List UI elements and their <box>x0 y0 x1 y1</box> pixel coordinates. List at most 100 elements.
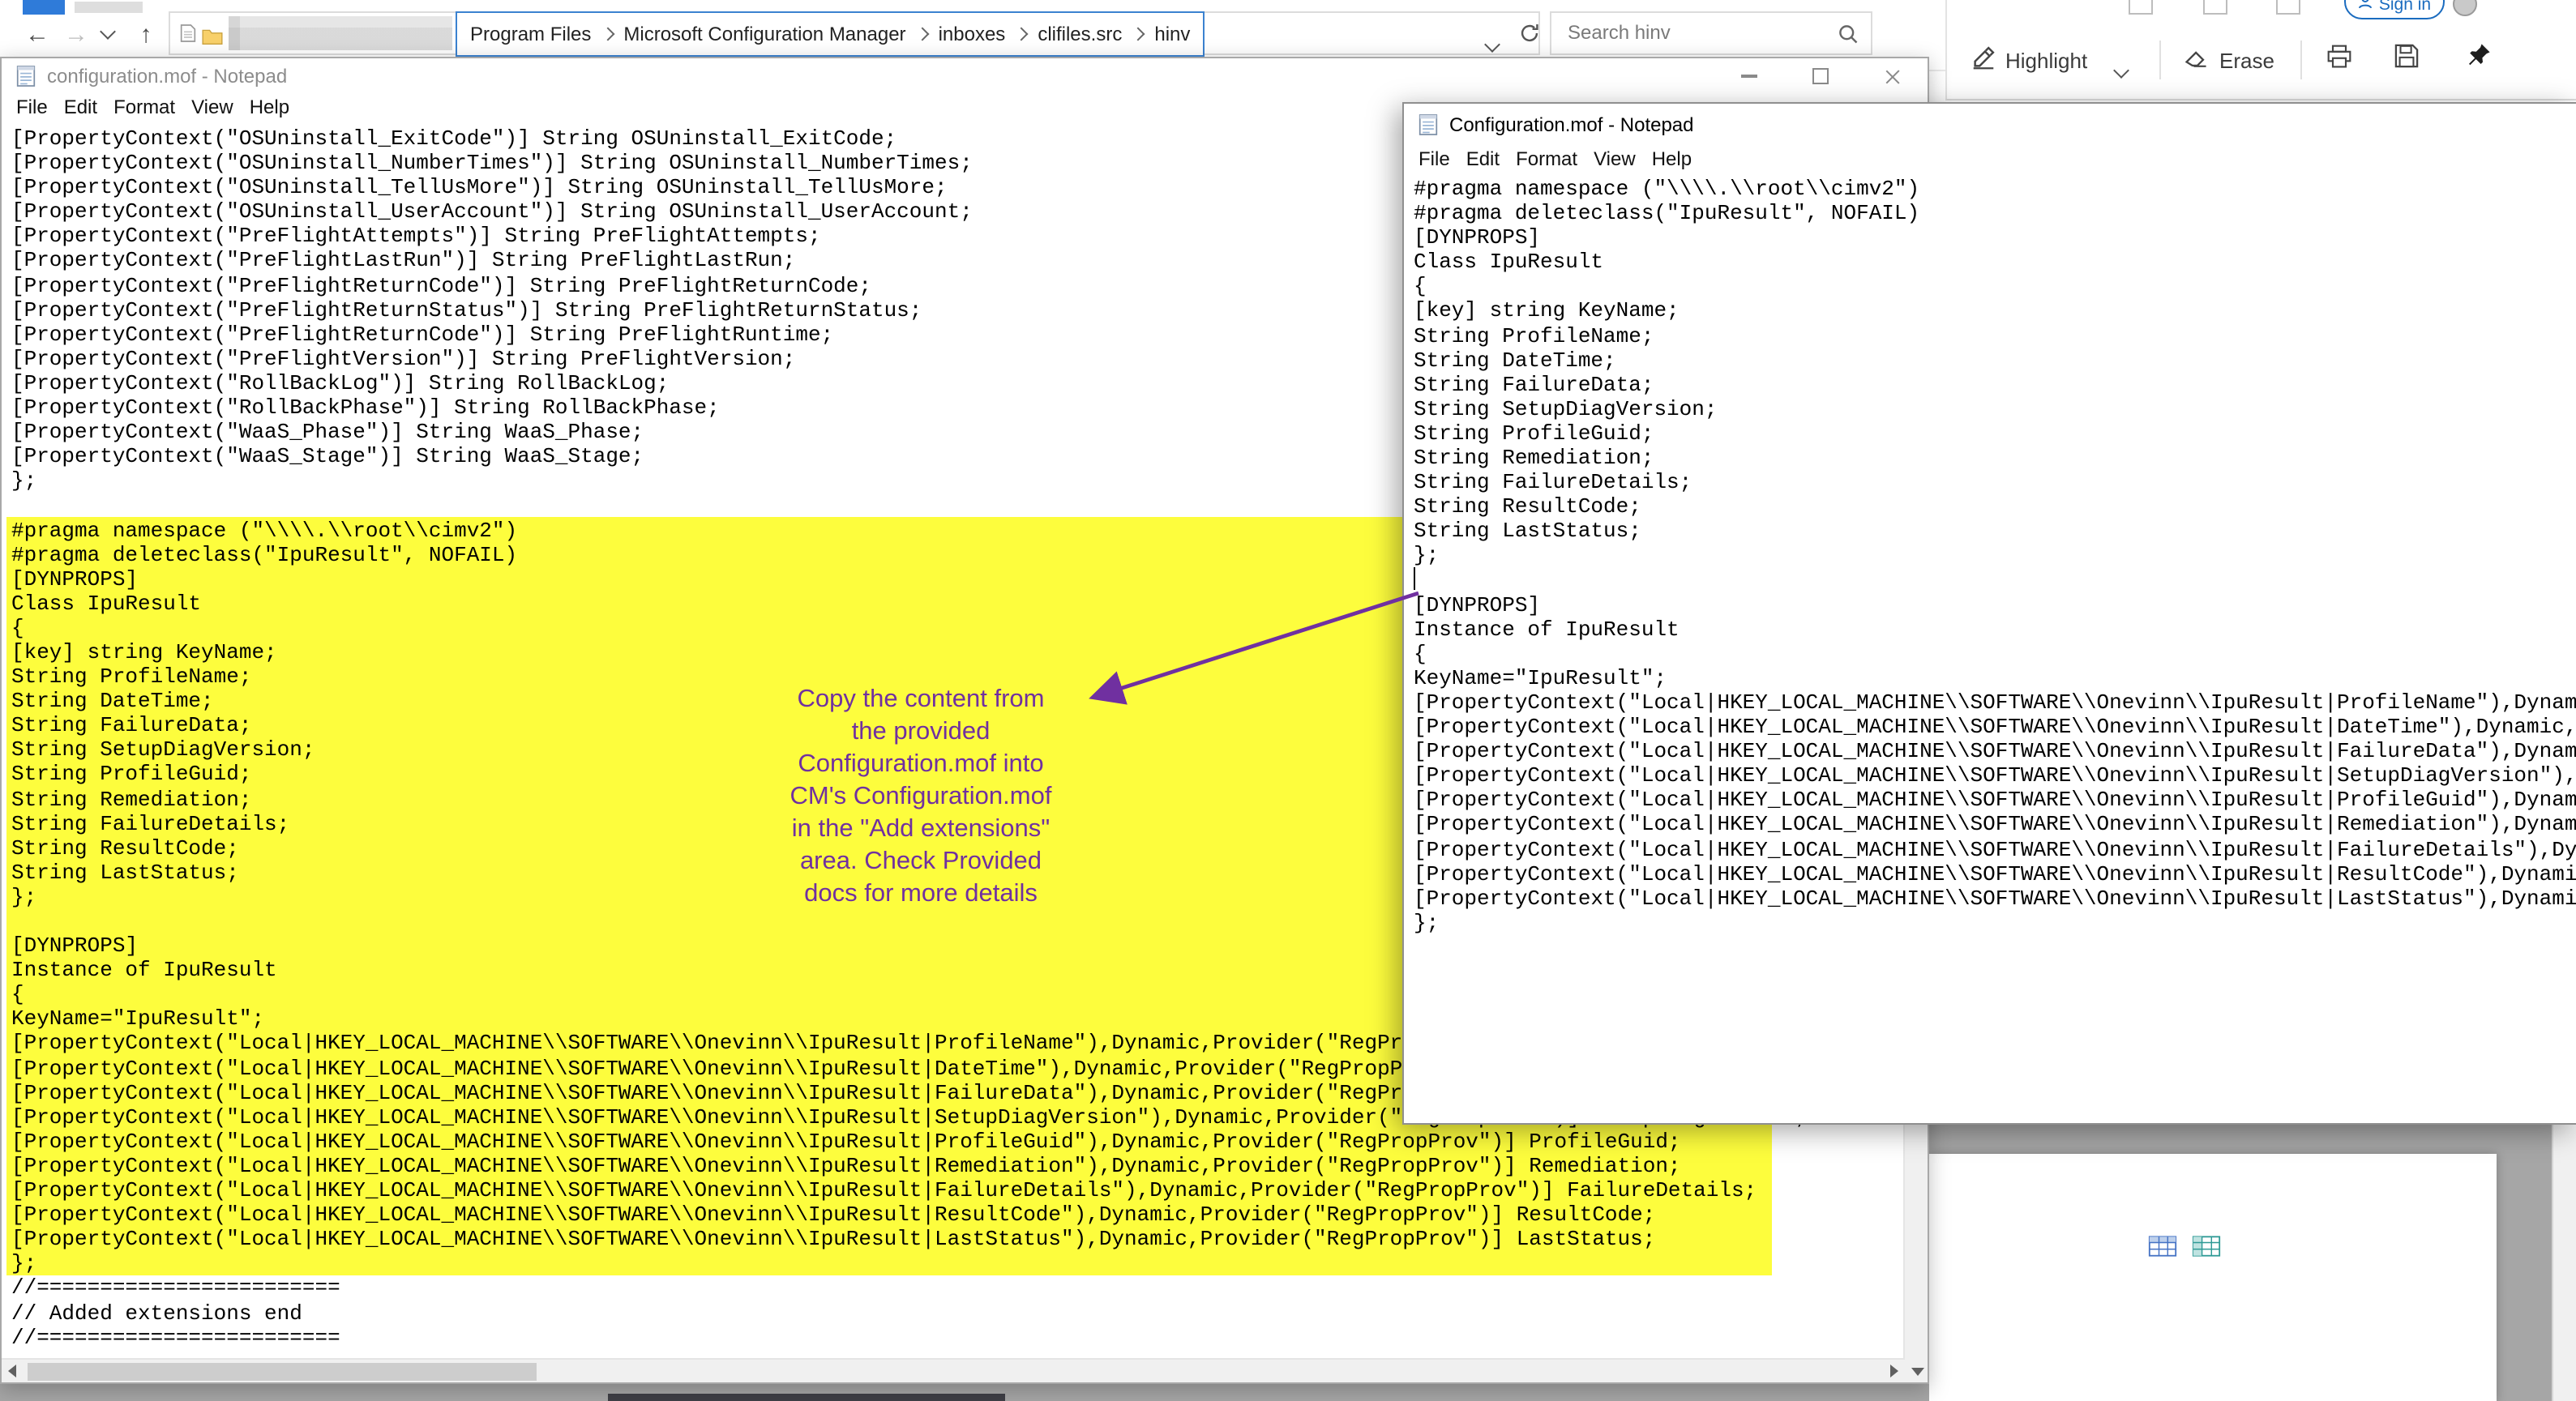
code-line: [PropertyContext("Local|HKEY_LOCAL_MACHI… <box>11 1154 1903 1178</box>
menu-item[interactable]: Format <box>1508 146 1585 172</box>
right-notepad-window: Configuration.mof - Notepad FileEditForm… <box>1402 102 2576 1125</box>
browser-partial-icon-2[interactable] <box>2203 0 2227 15</box>
menu-item[interactable]: View <box>1585 146 1644 172</box>
code-line: Instance of IpuResult <box>1414 617 2576 641</box>
taskbar-sliver <box>608 1394 1005 1401</box>
print-button[interactable] <box>2326 44 2352 78</box>
browser-apps-icon[interactable] <box>2276 0 2300 15</box>
pdf-viewer-background <box>1929 1125 2576 1401</box>
right-notepad-menubar: FileEditFormatViewHelp <box>1404 146 2576 173</box>
minimize-button[interactable] <box>1714 58 1785 94</box>
breadcrumb-separator-icon <box>1015 28 1029 41</box>
search-box[interactable] <box>1550 11 1872 55</box>
scroll-right-icon[interactable] <box>1890 1365 1898 1378</box>
sign-in-label: Sign in <box>2379 0 2431 15</box>
code-line: [PropertyContext("Local|HKEY_LOCAL_MACHI… <box>1414 861 2576 886</box>
breadcrumb-segment-program-files[interactable]: Program Files <box>470 23 591 45</box>
left-notepad-titlebar[interactable]: configuration.mof - Notepad <box>2 58 1928 94</box>
pin-icon <box>2466 42 2492 68</box>
profile-avatar[interactable] <box>2453 0 2477 16</box>
code-line: String LastStatus; <box>1414 519 2576 544</box>
highlight-button[interactable] <box>1970 44 1997 79</box>
code-line: [PropertyContext("Local|HKEY_LOCAL_MACHI… <box>1414 715 2576 739</box>
left-notepad-horizontal-scrollbar[interactable] <box>2 1357 1905 1382</box>
code-line: }; <box>1414 911 2576 935</box>
menu-item[interactable]: File <box>1410 146 1458 172</box>
notepad-icon <box>16 65 36 88</box>
refresh-button[interactable] <box>1519 23 1540 52</box>
sign-in-button[interactable]: Sign in <box>2344 0 2445 19</box>
annotation-line: Copy the content from <box>749 684 1093 716</box>
chevron-down-icon <box>1484 36 1500 53</box>
minimize-icon <box>1741 75 1757 77</box>
search-input[interactable] <box>1564 19 1830 45</box>
code-line: KeyName="IpuResult"; <box>1414 666 2576 690</box>
save-button[interactable] <box>2394 44 2419 76</box>
menu-item[interactable]: Format <box>105 94 183 122</box>
refresh-icon <box>1519 23 1540 44</box>
menu-item[interactable]: Edit <box>56 94 105 122</box>
code-line <box>1414 568 2576 592</box>
code-line: { <box>1414 275 2576 299</box>
printer-icon <box>2326 44 2352 70</box>
right-notepad-title: Configuration.mof - Notepad <box>1449 113 1694 136</box>
code-line: { <box>1414 642 2576 666</box>
breadcrumb-segment-inboxes[interactable]: inboxes <box>939 23 1006 45</box>
maximize-button[interactable] <box>1785 58 1856 94</box>
pdf-scrollbar[interactable] <box>2552 1125 2576 1401</box>
annotation-arrow <box>1059 566 1448 728</box>
code-line: String SetupDiagVersion; <box>1414 397 2576 421</box>
instruction-annotation: Copy the content fromthe providedConfigu… <box>749 684 1093 911</box>
code-line: [DYNPROPS] <box>1414 225 2576 250</box>
highlight-label[interactable]: Highlight <box>2005 49 2087 73</box>
horizontal-scroll-thumb[interactable] <box>28 1362 537 1380</box>
breadcrumb-segment-clifiles-src[interactable]: clifiles.src <box>1038 23 1122 45</box>
menu-item[interactable]: File <box>8 94 56 122</box>
address-dropdown-button[interactable] <box>1487 29 1498 58</box>
breadcrumb[interactable]: Program Files Microsoft Configuration Ma… <box>456 11 1205 57</box>
code-line: [DYNPROPS] <box>1414 592 2576 617</box>
menu-item[interactable]: Edit <box>1458 146 1508 172</box>
code-line: [PropertyContext("Local|HKEY_LOCAL_MACHI… <box>11 1130 1903 1154</box>
right-notepad-text-area[interactable]: #pragma namespace ("\\\\.\\root\\cimv2")… <box>1404 172 2576 1123</box>
right-notepad-titlebar[interactable]: Configuration.mof - Notepad <box>1404 104 2576 146</box>
code-line: [PropertyContext("Local|HKEY_LOCAL_MACHI… <box>1414 764 2576 788</box>
erase-button[interactable] <box>2184 47 2210 78</box>
close-icon <box>1884 68 1900 84</box>
code-line: String ProfileGuid; <box>1414 421 2576 446</box>
breadcrumb-segment-hinv[interactable]: hinv <box>1154 23 1190 45</box>
breadcrumb-separator-icon <box>601 28 614 41</box>
chevron-down-icon <box>99 23 115 40</box>
up-icon: ↑ <box>140 20 152 48</box>
erase-label[interactable]: Erase <box>2219 49 2274 73</box>
highlight-dropdown-button[interactable] <box>2116 55 2127 84</box>
menu-item[interactable]: Help <box>1644 146 1700 172</box>
scroll-left-icon[interactable] <box>8 1365 16 1378</box>
breadcrumb-segment-configuration-manager[interactable]: Microsoft Configuration Manager <box>623 23 905 45</box>
table-icon-blue <box>2148 1235 2177 1266</box>
code-line: [PropertyContext("Local|HKEY_LOCAL_MACHI… <box>1414 690 2576 715</box>
screen: ← → ↑ Program Files Microsoft Configurat… <box>0 0 2576 1401</box>
code-line: Class IpuResult <box>1414 250 2576 275</box>
table-icon-teal <box>2192 1235 2221 1266</box>
address-bar[interactable]: Program Files Microsoft Configuration Ma… <box>169 11 1540 55</box>
browser-partial-icon-1[interactable] <box>2129 0 2153 15</box>
eraser-icon <box>2184 47 2210 70</box>
code-line: #pragma namespace ("\\\\.\\root\\cimv2") <box>1414 177 2576 201</box>
document-icon <box>180 23 196 52</box>
code-line: [PropertyContext("Local|HKEY_LOCAL_MACHI… <box>1414 886 2576 910</box>
code-line: [PropertyContext("Local|HKEY_LOCAL_MACHI… <box>1414 837 2576 861</box>
edge-pdf-toolbar: Sign in Highlight Erase <box>1945 0 2576 100</box>
code-line: [PropertyContext("Local|HKEY_LOCAL_MACHI… <box>11 1202 1903 1227</box>
close-button[interactable] <box>1856 58 1928 94</box>
code-line: #pragma deleteclass("IpuResult", NOFAIL) <box>1414 201 2576 225</box>
menu-item[interactable]: Help <box>242 94 297 122</box>
highlighter-icon <box>1970 44 1997 71</box>
menu-item[interactable]: View <box>183 94 242 122</box>
code-line: //======================== <box>11 1325 1903 1349</box>
scroll-down-icon[interactable] <box>1911 1367 1923 1375</box>
annotation-line: area. Check Provided <box>749 846 1093 878</box>
pin-button[interactable] <box>2466 42 2492 76</box>
code-line: [key] string KeyName; <box>1414 299 2576 323</box>
code-line: String FailureData; <box>1414 373 2576 397</box>
